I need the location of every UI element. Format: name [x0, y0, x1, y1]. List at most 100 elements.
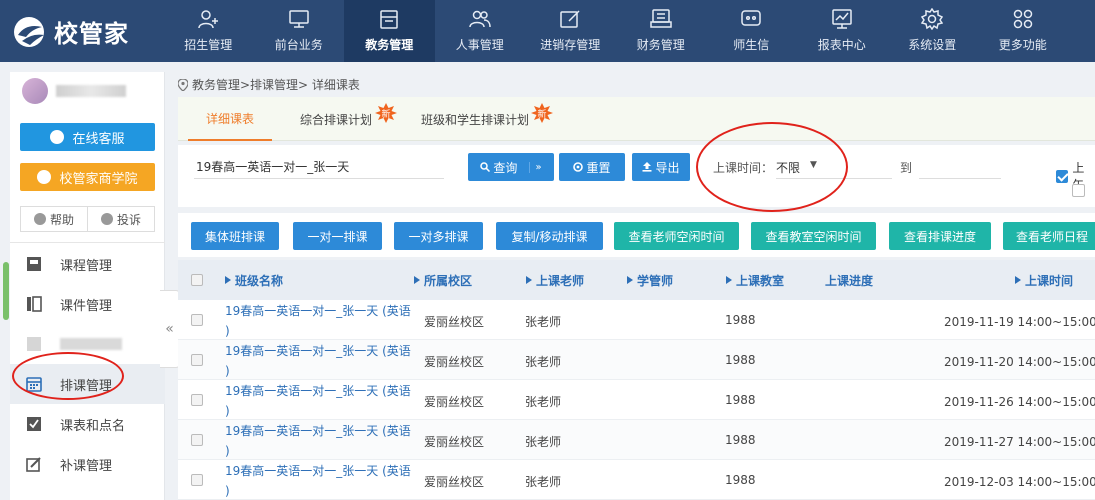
sidebar-collapse-button[interactable]: «: [160, 290, 180, 368]
action-button-label: 查看教室空闲时间: [765, 229, 862, 244]
reset-button[interactable]: 重置: [559, 153, 625, 181]
row-checkbox[interactable]: [191, 474, 203, 486]
sidebar-item-4[interactable]: 课表和点名: [10, 404, 165, 444]
nav-item-8[interactable]: 系统设置: [887, 0, 978, 62]
action-button-label: 复制/移动排课: [511, 229, 588, 244]
teacher-cell: 张老师: [525, 395, 562, 409]
classroom-cell: 1988: [725, 473, 756, 487]
teacher-cell: 张老师: [525, 435, 562, 449]
row-checkbox[interactable]: [191, 434, 203, 446]
column-header-1[interactable]: 所属校区: [414, 260, 472, 300]
action-button-3[interactable]: 复制/移动排课: [496, 222, 603, 250]
nav-item-6[interactable]: 师生信: [706, 0, 797, 62]
reset-icon: [573, 162, 584, 172]
tab-detailed-schedule[interactable]: 详细课表: [188, 97, 272, 141]
tab-class-student-plan[interactable]: 班级和学生排课计划: [421, 97, 529, 141]
column-header-5[interactable]: 上课进度: [825, 260, 873, 300]
nav-item-0[interactable]: 招生管理: [163, 0, 254, 62]
sidebar-item-label: 排课管理: [60, 378, 113, 394]
column-header-0[interactable]: 班级名称: [225, 260, 283, 300]
query-button[interactable]: 查询 »: [468, 153, 554, 181]
select-all-checkbox[interactable]: [191, 274, 203, 286]
nav-item-4[interactable]: 进销存管理: [525, 0, 616, 62]
campus-cell: 爱丽丝校区: [424, 475, 485, 489]
sidebar-item-1[interactable]: 课件管理: [10, 284, 165, 324]
user-profile[interactable]: [22, 78, 126, 104]
class-time-cell: 2019-11-26 14:00~15:00 (周: [944, 395, 1095, 409]
nav-item-5[interactable]: 财务管理: [616, 0, 707, 62]
online-service-button[interactable]: 在线客服: [20, 123, 155, 151]
column-header-3[interactable]: 学管师: [627, 260, 673, 300]
tab-integrated-plan[interactable]: 综合排课计划: [300, 97, 372, 141]
column-header-2[interactable]: 上课老师: [526, 260, 584, 300]
class-name-link[interactable]: 19春高一英语一对一_张一天 (英语): [225, 461, 411, 500]
nav-item-1[interactable]: 前台业务: [254, 0, 345, 62]
sidebar-scrollbar[interactable]: [3, 262, 9, 320]
blurred-menu-label: [60, 338, 122, 350]
app-logo[interactable]: 校管家: [12, 14, 129, 49]
sidebar-item-label: 课件管理: [60, 298, 113, 314]
column-header-label: 学管师: [637, 273, 674, 288]
help-button[interactable]: 帮助: [20, 206, 87, 232]
row-checkbox[interactable]: [191, 314, 203, 326]
end-time-input[interactable]: [919, 157, 1001, 179]
action-button-2[interactable]: 一对多排课: [394, 222, 483, 250]
sort-icon: [225, 276, 231, 284]
action-button-7[interactable]: 查看老师日程: [1003, 222, 1095, 250]
action-button-1[interactable]: 一对一排课: [293, 222, 382, 250]
row-checkbox[interactable]: [191, 394, 203, 406]
nav-item-7[interactable]: 报表中心: [797, 0, 888, 62]
action-button-5[interactable]: 查看教室空闲时间: [751, 222, 876, 250]
action-button-4[interactable]: 查看老师空闲时间: [614, 222, 739, 250]
action-button-0[interactable]: 集体班排课: [191, 222, 279, 250]
table-row[interactable]: 19春高一英语一对一_张一天 (英语) 爱丽丝校区 张老师 1988 2019-11-1…: [178, 300, 1095, 340]
checkbox-checked[interactable]: [1056, 169, 1069, 183]
academy-label: 校管家商学院: [59, 171, 138, 187]
export-button[interactable]: 导出: [632, 153, 690, 181]
teacher-cell: 张老师: [525, 315, 562, 329]
table-row[interactable]: 19春高一英语一对一_张一天 (英语) 爱丽丝校区 张老师 1988 2019-11-2…: [178, 420, 1095, 460]
class-name-link[interactable]: 19春高一英语一对一_张一天 (英语): [225, 381, 411, 421]
sidebar-item-5[interactable]: 补课管理: [10, 444, 165, 484]
help-complaint-row: 帮助 投诉: [20, 206, 155, 232]
caret-down-icon: ▼: [810, 160, 817, 170]
class-search-input[interactable]: [194, 155, 444, 179]
sidebar-item-3[interactable]: 排课管理: [10, 364, 165, 404]
class-time-select[interactable]: 不限 ▼: [776, 157, 892, 179]
tab-label: 综合排课计划: [300, 112, 373, 127]
monitor-icon: [289, 10, 309, 28]
action-button-label: 集体班排课: [204, 229, 265, 244]
help-label: 帮助: [49, 212, 74, 227]
chart-icon: [832, 9, 852, 29]
column-header-4[interactable]: 上课教室: [726, 260, 784, 300]
query-dropdown-chevron-icon[interactable]: »: [529, 161, 542, 173]
table-row[interactable]: 19春高一英语一对一_张一天 (英语) 爱丽丝校区 张老师 1988 2019-11-2…: [178, 340, 1095, 380]
nav-item-9[interactable]: 更多功能: [978, 0, 1069, 62]
nav-item-3[interactable]: 人事管理: [435, 0, 526, 62]
new-badge-icon: 新: [375, 103, 397, 123]
classroom-cell: 1988: [725, 393, 756, 407]
class-name-link[interactable]: 19春高一英语一对一_张一天 (英语): [225, 421, 411, 461]
action-button-6[interactable]: 查看排课进度: [889, 222, 991, 250]
checklist-icon: [27, 417, 41, 431]
class-name-line1: 19春高一英语一对一_张一天 (英语: [225, 344, 411, 358]
class-name-link[interactable]: 19春高一英语一对一_张一天 (英语): [225, 341, 411, 381]
row-checkbox[interactable]: [191, 354, 203, 366]
table-row[interactable]: 19春高一英语一对一_张一天 (英语) 爱丽丝校区 张老师 1988 2019-12-0…: [178, 460, 1095, 500]
speech-icon: [100, 213, 113, 225]
complaint-button[interactable]: 投诉: [87, 206, 155, 232]
sidebar-item-2[interactable]: [10, 324, 165, 364]
table-row[interactable]: 19春高一英语一对一_张一天 (英语) 爱丽丝校区 张老师 1988 2019-11-2…: [178, 380, 1095, 420]
edit-icon: [560, 10, 580, 28]
class-name-link[interactable]: 19春高一英语一对一_张一天 (英语): [225, 301, 411, 341]
column-header-label: 所属校区: [424, 273, 473, 288]
column-header-6[interactable]: 上课时间: [1015, 260, 1073, 300]
sort-icon: [414, 276, 420, 284]
nav-item-2[interactable]: 教务管理: [344, 0, 435, 62]
academy-button[interactable]: 校管家商学院: [20, 163, 155, 191]
second-checkbox[interactable]: [1072, 184, 1085, 197]
tab-label: 班级和学生排课计划: [421, 112, 530, 127]
action-button-label: 查看老师空闲时间: [628, 229, 725, 244]
sidebar-item-0[interactable]: 课程管理: [10, 244, 165, 284]
sort-icon: [726, 276, 732, 284]
